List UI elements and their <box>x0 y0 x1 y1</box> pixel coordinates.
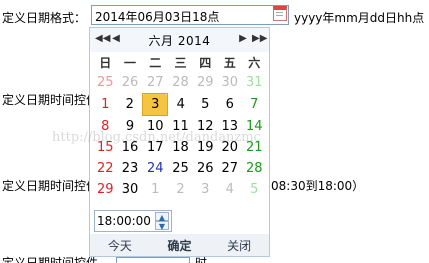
calendar-day[interactable]: 5 <box>242 179 267 200</box>
calendar-day[interactable]: 1 <box>93 94 117 116</box>
calendar-week-row: 22 23 24 25 26 27 28 <box>93 158 267 179</box>
calendar-icon[interactable] <box>273 6 287 21</box>
calendar-day[interactable]: 27 <box>142 72 168 94</box>
calendar-day[interactable]: 4 <box>217 179 241 200</box>
calendar-day[interactable]: 26 <box>193 158 217 179</box>
time-box: ▲ ▼ <box>94 210 172 232</box>
calendar-day[interactable]: 25 <box>168 158 193 179</box>
calendar-day[interactable]: 8 <box>93 116 117 138</box>
weekday-header-row: 日 一 二 三 四 五 六 <box>93 53 267 72</box>
calendar-day[interactable]: 17 <box>142 137 168 158</box>
calendar-day-selected[interactable]: 3 <box>141 93 169 116</box>
calendar-day[interactable]: 15 <box>93 137 117 158</box>
calendar-day[interactable]: 22 <box>93 158 117 179</box>
calendar-day[interactable]: 4 <box>168 94 193 116</box>
calendar-week-row: 1 2 3 4 5 6 7 <box>93 93 267 116</box>
time-decrement-icon[interactable]: ▼ <box>155 221 169 231</box>
calendar-day[interactable]: 20 <box>217 137 241 158</box>
month-label[interactable]: 六月 <box>149 32 174 49</box>
calendar-week-row: 15 16 17 18 19 20 21 <box>93 137 267 158</box>
picker-footer: 今天 确定 关闭 <box>90 234 269 256</box>
calendar-day[interactable]: 29 <box>93 179 117 200</box>
calendar-day[interactable]: 29 <box>193 72 217 94</box>
weekday-header: 四 <box>199 56 212 70</box>
calendar-day[interactable]: 23 <box>117 158 142 179</box>
next-month-icon[interactable]: ▶ <box>237 32 249 46</box>
calendar-day[interactable]: 19 <box>193 137 217 158</box>
date-picker-popup: ◀◀ ◀ 六月 2014 ▶ ▶▶ 日 一 二 三 四 五 六 25 26 27… <box>89 27 270 257</box>
calendar-day[interactable]: 3 <box>193 179 217 200</box>
datetime-control-label-1: 定义日期时间控件 <box>2 93 99 107</box>
today-button[interactable]: 今天 <box>108 237 132 254</box>
calendar-day[interactable]: 2 <box>117 94 142 116</box>
datetime-input-bottom[interactable] <box>116 257 190 263</box>
calendar-grid: 日 一 二 三 四 五 六 25 26 27 28 29 30 31 1 2 3… <box>93 53 267 200</box>
calendar-week-row: 25 26 27 28 29 30 31 <box>93 72 267 94</box>
weekday-header: 日 <box>99 56 112 70</box>
weekday-header: 三 <box>174 56 187 70</box>
calendar-day[interactable]: 30 <box>117 179 142 200</box>
calendar-day[interactable]: 27 <box>217 158 241 179</box>
time-increment-icon[interactable]: ▲ <box>155 212 169 222</box>
datetime-control-label-2: 定义日期时间控件 <box>2 179 99 193</box>
calendar-day[interactable]: 24 <box>142 158 168 179</box>
calendar-day[interactable]: 9 <box>117 116 142 138</box>
calendar-week-row: 8 9 10 11 12 13 14 <box>93 116 267 138</box>
time-range-hint: 08:30到18:00） <box>271 179 365 193</box>
calendar-day[interactable]: 18 <box>168 137 193 158</box>
calendar-day[interactable]: 31 <box>242 72 267 94</box>
date-format-input[interactable] <box>91 5 289 25</box>
close-button[interactable]: 关闭 <box>227 237 251 254</box>
calendar-day[interactable]: 6 <box>217 94 241 116</box>
format-hint: yyyy年mm月dd日hh点 <box>294 11 425 25</box>
calendar-day[interactable]: 7 <box>242 94 267 116</box>
weekday-header: 二 <box>149 56 162 70</box>
confirm-button[interactable]: 确定 <box>167 237 191 254</box>
weekday-header: 六 <box>248 56 261 70</box>
calendar-day[interactable]: 13 <box>217 116 241 138</box>
date-format-label: 定义日期格式： <box>2 11 87 25</box>
calendar-day[interactable]: 2 <box>168 179 193 200</box>
calendar-day[interactable]: 21 <box>242 137 267 158</box>
calendar-day[interactable]: 25 <box>93 72 117 94</box>
calendar-day[interactable]: 26 <box>117 72 142 94</box>
page: 定义日期格式： yyyy年mm月dd日hh点 定义日期时间控件 定义日期时间控件… <box>0 0 429 263</box>
calendar-day[interactable]: 28 <box>168 72 193 94</box>
calendar-day[interactable]: 16 <box>117 137 142 158</box>
weekday-header: 一 <box>123 56 136 70</box>
next-year-icon[interactable]: ▶▶ <box>252 32 267 46</box>
datetime-control-label-3: 定义日期时间控件 <box>2 256 99 263</box>
picker-header: ◀◀ ◀ 六月 2014 ▶ ▶▶ <box>90 28 269 52</box>
year-label[interactable]: 2014 <box>178 34 211 48</box>
weekday-header: 五 <box>223 56 236 70</box>
calendar-day[interactable]: 28 <box>242 158 267 179</box>
calendar-day[interactable]: 10 <box>142 116 168 138</box>
calendar-day[interactable]: 30 <box>217 72 241 94</box>
calendar-day[interactable]: 12 <box>193 116 217 138</box>
time-input[interactable] <box>97 213 153 229</box>
calendar-day[interactable]: 11 <box>168 116 193 138</box>
calendar-day[interactable]: 5 <box>193 94 217 116</box>
calendar-day[interactable]: 14 <box>242 116 267 138</box>
calendar-day[interactable]: 1 <box>142 179 168 200</box>
calendar-week-row: 29 30 1 2 3 4 5 <box>93 179 267 200</box>
